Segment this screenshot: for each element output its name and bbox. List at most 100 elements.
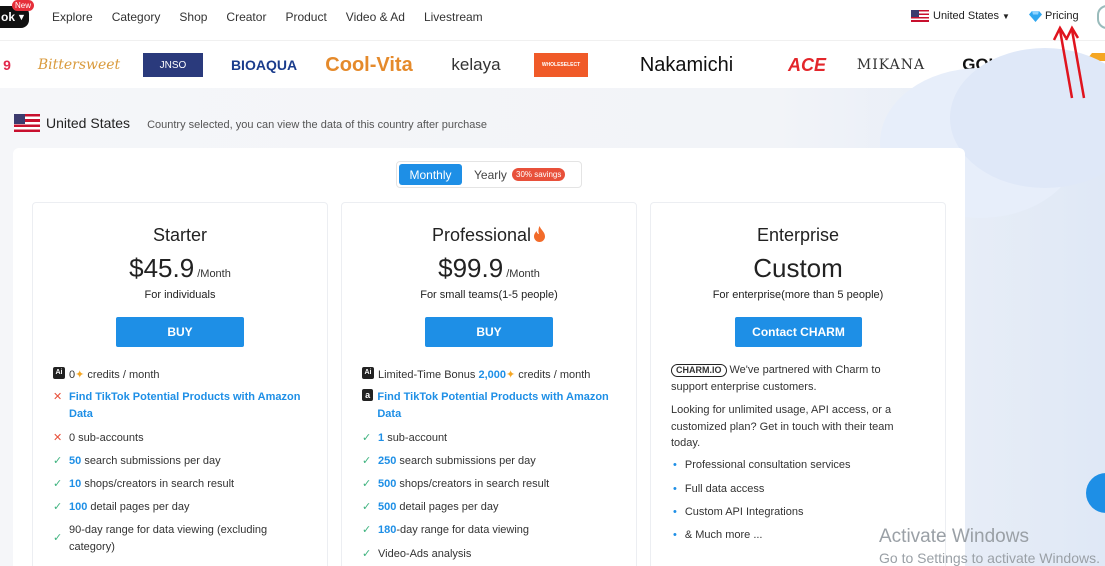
feature-detail: ✓ 100 detail pages per day <box>53 499 190 516</box>
video-text: Video-Ads analysis <box>378 548 472 560</box>
brand-logo: BIOAQUA <box>230 57 298 73</box>
avatar[interactable] <box>1097 5 1105 29</box>
check-icon: ✓ <box>362 548 372 560</box>
price-period: /Month <box>506 268 540 280</box>
nav-links: Explore Category Shop Creator Product Vi… <box>52 10 502 24</box>
brand-logo: kelaya <box>451 55 501 74</box>
shops-label: shops/creators in search result <box>399 478 550 490</box>
brand-logo: WHOLESELECT <box>534 53 588 77</box>
contact-charm-button[interactable]: Contact CHARM <box>735 317 862 347</box>
feature-subaccounts: ✓ 1 sub-account <box>362 430 447 447</box>
caret-down-icon: ▼ <box>17 12 26 22</box>
plan-card-professional: Professional $99.9/Month For small teams… <box>341 202 637 566</box>
brand-logo: JNSO <box>143 53 203 77</box>
detail-label: detail pages per day <box>90 501 190 513</box>
price-amount: Custom <box>753 253 843 283</box>
nav-explore[interactable]: Explore <box>52 10 93 24</box>
nav-shop[interactable]: Shop <box>179 10 207 24</box>
plan-card-enterprise: Enterprise Custom For enterprise(more th… <box>650 202 946 566</box>
plan-subtitle: For small teams(1-5 people) <box>420 289 558 301</box>
enterprise-description: Looking for unlimited usage, API access,… <box>671 404 894 449</box>
shops-value: 500 <box>378 478 397 490</box>
subaccount-value: 1 <box>378 432 385 444</box>
price-amount: $45.9 <box>129 253 195 283</box>
feature-amazon: ✕ Find TikTok Potential Products with Am… <box>53 389 313 423</box>
brand-logo: Nakamichi <box>639 53 734 76</box>
check-icon: ✓ <box>362 455 372 467</box>
nav-video-ad[interactable]: Video & Ad <box>346 10 405 24</box>
check-icon: ✓ <box>53 455 63 467</box>
activate-windows-title: Activate Windows <box>879 526 1029 547</box>
charm-logo: CHARM.IO <box>671 364 727 377</box>
toggle-monthly[interactable]: Monthly <box>399 164 462 185</box>
nav-product[interactable]: Product <box>285 10 326 24</box>
country-selector[interactable]: United States ▼ <box>911 10 1010 22</box>
plan-title: Starter <box>152 225 208 245</box>
top-nav: ok ▼ New Explore Category Shop Creator Pr… <box>0 0 1105 36</box>
bullet-icon: • <box>673 459 677 471</box>
feature-search: ✓ 50 search submissions per day <box>53 453 221 470</box>
range-value: 180 <box>378 524 397 536</box>
feature-credits: Ai 0✦ credits / month <box>53 367 160 384</box>
selected-country-name: United States <box>46 115 131 131</box>
ai-icon: Ai <box>53 367 65 379</box>
plan-subtitle: For individuals <box>144 289 216 301</box>
search-label: search submissions per day <box>399 455 536 467</box>
feature-amazon: a Find TikTok Potential Products with Am… <box>362 389 622 423</box>
country-selector-label: United States <box>933 10 1000 22</box>
search-value: 250 <box>378 455 397 467</box>
amazon-feature-link[interactable]: Find TikTok Potential Products with Amaz… <box>377 389 622 423</box>
brand-logo: MIKANA <box>856 57 926 73</box>
pricing-label: Pricing <box>1045 10 1079 22</box>
pricing-link[interactable]: Pricing <box>1029 10 1079 22</box>
nav-livestream[interactable]: Livestream <box>424 10 483 24</box>
range-label: -day range for data viewing <box>396 524 530 536</box>
check-icon: ✓ <box>362 432 372 444</box>
brand-logo: 9 <box>3 57 11 73</box>
detail-value: 100 <box>69 501 88 513</box>
us-flag-icon <box>14 114 40 132</box>
amazon-icon: a <box>362 389 374 401</box>
subaccount-label: sub-account <box>387 432 448 444</box>
sparkle-icon: ✦ <box>506 369 516 381</box>
annotation-arrow-icon <box>1052 25 1086 99</box>
plan-title-text: Professional <box>431 225 532 245</box>
toggle-yearly[interactable]: Yearly <box>474 168 507 182</box>
cross-icon: ✕ <box>53 432 63 444</box>
check-icon: ✓ <box>53 478 63 490</box>
credits-label: credits / month <box>518 369 591 381</box>
feature-range: ✓ 90-day range for data viewing (excludi… <box>53 522 303 556</box>
brand-text: ok <box>1 10 16 24</box>
plan-price: $99.9/Month <box>342 253 636 284</box>
bonus-value: 2,000 <box>478 369 506 381</box>
feature-credits: Ai Limited-Time Bonus 2,000✦ credits / m… <box>362 367 590 384</box>
nav-creator[interactable]: Creator <box>226 10 266 24</box>
amazon-feature-link[interactable]: Find TikTok Potential Products with Amaz… <box>69 389 313 423</box>
plan-title: Professional <box>342 225 636 246</box>
check-icon: ✓ <box>362 478 372 490</box>
plan-title: Enterprise <box>756 225 840 245</box>
plan-price: Custom <box>651 253 945 284</box>
check-icon: ✓ <box>362 524 372 536</box>
brand-logo: Cool-Vita <box>325 53 413 76</box>
new-badge: New <box>12 0 35 11</box>
selected-country: United States Country selected, you can … <box>14 114 487 132</box>
plan-subtitle: For enterprise(more than 5 people) <box>712 289 884 301</box>
shops-value: 10 <box>69 478 82 490</box>
enterprise-item-label: Professional consultation services <box>684 459 851 471</box>
check-icon: ✓ <box>53 501 63 513</box>
price-amount: $99.9 <box>438 253 504 283</box>
brand-logo: Bittersweet <box>37 57 121 73</box>
savings-badge: 30% savings <box>512 168 566 181</box>
selected-country-note: Country selected, you can view the data … <box>147 118 488 131</box>
search-label: search submissions per day <box>84 455 221 467</box>
bonus-label: Limited-Time Bonus <box>378 369 476 381</box>
bullet-icon: • <box>673 483 677 495</box>
feature-video: ✓ Video-Ads analysis <box>362 546 471 563</box>
buy-starter-button[interactable]: BUY <box>116 317 244 347</box>
buy-professional-button[interactable]: BUY <box>425 317 553 347</box>
sparkle-icon: ✦ <box>75 369 85 381</box>
detail-label: detail pages per day <box>399 501 499 513</box>
nav-category[interactable]: Category <box>112 10 161 24</box>
billing-toggle: Monthly Yearly 30% savings <box>396 161 582 188</box>
